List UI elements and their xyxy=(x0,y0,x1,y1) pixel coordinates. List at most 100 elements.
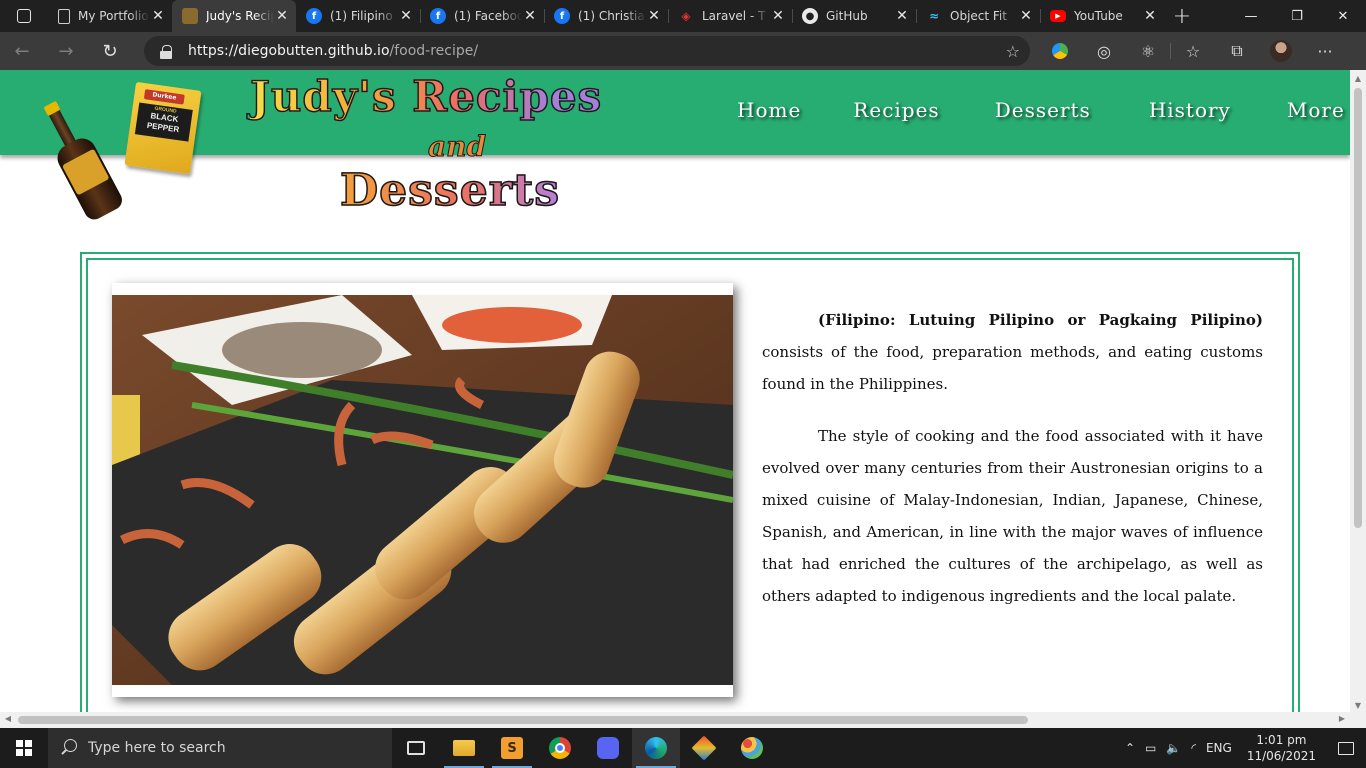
notification-icon xyxy=(1338,741,1354,755)
tailwind-icon: ≈ xyxy=(928,9,940,23)
minimize-icon[interactable]: — xyxy=(1228,0,1274,32)
clock[interactable]: 1:01 pm 11/06/2021 xyxy=(1237,732,1326,764)
collections-icon[interactable]: ⧉ xyxy=(1215,41,1259,61)
chrome-icon xyxy=(549,737,571,759)
close-tab-icon[interactable]: ✕ xyxy=(770,8,786,24)
system-tray: ⌃ ▭ 🔈 ◜ ENG 1:01 pm 11/06/2021 xyxy=(1120,728,1366,768)
add-favorite-icon[interactable]: ☆ xyxy=(1006,42,1020,61)
paint-icon xyxy=(741,737,763,759)
edge-icon xyxy=(645,737,667,759)
edge-button[interactable] xyxy=(632,728,680,768)
nav-recipes[interactable]: Recipes xyxy=(853,98,939,122)
close-tab-icon[interactable]: ✕ xyxy=(1142,8,1158,24)
lock-icon[interactable] xyxy=(160,44,172,59)
taskbar-apps: S xyxy=(392,728,776,768)
window-controls: — ❐ ✕ xyxy=(1228,0,1366,32)
battery-icon[interactable]: ▭ xyxy=(1140,741,1161,755)
vertical-scrollbar[interactable]: ▲ ▼ xyxy=(1350,70,1366,712)
pepper-label: GROUND BLACK PEPPER xyxy=(134,102,193,142)
tab-facebook-christian[interactable]: f (1) Christian ✕ xyxy=(544,0,668,32)
paint-button[interactable] xyxy=(728,728,776,768)
close-tab-icon[interactable]: ✕ xyxy=(150,8,166,24)
volume-icon[interactable]: 🔈 xyxy=(1161,741,1186,755)
close-tab-icon[interactable]: ✕ xyxy=(894,8,910,24)
scroll-left-arrow-icon[interactable]: ◀ xyxy=(0,714,16,723)
search-icon xyxy=(60,739,78,757)
close-tab-icon[interactable]: ✕ xyxy=(274,8,290,24)
profile-avatar[interactable] xyxy=(1259,40,1303,62)
sublime-text-button[interactable]: S xyxy=(488,728,536,768)
chrome-button[interactable] xyxy=(536,728,584,768)
intro-text: (Filipino: Lutuing Pilipino or Pagkaing … xyxy=(762,304,1263,632)
scroll-down-arrow-icon[interactable]: ▼ xyxy=(1350,701,1366,710)
discord-icon xyxy=(597,737,619,759)
extension-color-icon[interactable] xyxy=(1038,43,1082,59)
tab-facebook[interactable]: f (1) Facebook ✕ xyxy=(420,0,544,32)
show-hidden-icons-icon[interactable]: ⌃ xyxy=(1120,741,1140,755)
windows-taskbar: Type here to search S ⌃ ▭ 🔈 ◜ ENG 1:01 p… xyxy=(0,728,1366,768)
tab-github[interactable]: ● GitHub ✕ xyxy=(792,0,916,32)
tab-strip: My Portfolio ✕ Judy's Recipes ✕ f (1) Fi… xyxy=(0,0,1366,32)
task-view-button[interactable] xyxy=(392,728,440,768)
nav-desserts[interactable]: Desserts xyxy=(995,98,1091,122)
close-tab-icon[interactable]: ✕ xyxy=(398,8,414,24)
new-tab-button[interactable]: + xyxy=(1164,0,1200,32)
git-icon xyxy=(691,735,717,761)
clock-time: 1:01 pm xyxy=(1256,733,1307,747)
file-explorer-button[interactable] xyxy=(440,728,488,768)
more-menu-icon[interactable]: ··· xyxy=(1303,42,1347,61)
tab-laravel[interactable]: ◈ Laravel - T ✕ xyxy=(668,0,792,32)
start-button[interactable] xyxy=(0,728,48,768)
tab-youtube[interactable]: ▶ YouTube ✕ xyxy=(1040,0,1164,32)
scroll-up-arrow-icon[interactable]: ▲ xyxy=(1350,74,1366,83)
refresh-button[interactable]: ↻ xyxy=(88,32,132,70)
back-button[interactable]: ← xyxy=(0,32,44,70)
nav-more[interactable]: More xyxy=(1287,98,1345,122)
tab-title: (1) Christian xyxy=(578,9,646,23)
tab-object-fit[interactable]: ≈ Object Fit ✕ xyxy=(916,0,1040,32)
close-tab-icon[interactable]: ✕ xyxy=(522,8,538,24)
restore-icon[interactable]: ❐ xyxy=(1274,0,1320,32)
toolbar-extensions: ◎ ⚛ ☆ ⧉ ··· xyxy=(1038,32,1347,70)
tab-title: YouTube xyxy=(1074,9,1123,23)
notifications-button[interactable] xyxy=(1326,741,1366,755)
title-line-and: and xyxy=(427,130,487,164)
nav-history[interactable]: History xyxy=(1149,98,1231,122)
close-window-icon[interactable]: ✕ xyxy=(1320,0,1366,32)
pepper-brand-label: Durkee xyxy=(143,89,185,105)
browser-toolbar: ← → ↻ https://diegobutten.github.io/food… xyxy=(0,32,1366,70)
tab-title: Laravel - T xyxy=(702,9,766,23)
discord-button[interactable] xyxy=(584,728,632,768)
wifi-icon[interactable]: ◜ xyxy=(1186,741,1201,755)
horizontal-scrollbar[interactable]: ◀ ▶ xyxy=(0,712,1350,728)
tab-actions-button[interactable] xyxy=(0,0,48,32)
extension-react-icon[interactable]: ⚛ xyxy=(1126,42,1170,61)
language-indicator[interactable]: ENG xyxy=(1201,741,1237,755)
address-bar[interactable]: https://diegobutten.github.io/food-recip… xyxy=(144,36,1030,66)
site-logo-image[interactable]: Durkee GROUND BLACK PEPPER xyxy=(43,72,202,223)
close-tab-icon[interactable]: ✕ xyxy=(646,8,662,24)
horizontal-scroll-thumb[interactable] xyxy=(18,716,1028,724)
tab-actions-icon xyxy=(17,9,31,23)
extension-edge-icon[interactable]: ◎ xyxy=(1082,42,1126,61)
forward-button[interactable]: → xyxy=(44,32,88,70)
git-button[interactable] xyxy=(680,728,728,768)
tab-title: Judy's Recipes xyxy=(206,9,274,23)
tab-title: My Portfolio xyxy=(78,9,149,23)
vertical-scroll-thumb[interactable] xyxy=(1354,88,1362,528)
tab-facebook-filipino[interactable]: f (1) Filipino ✕ xyxy=(296,0,420,32)
scroll-right-arrow-icon[interactable]: ▶ xyxy=(1334,714,1350,723)
content-panel: (Filipino: Lutuing Pilipino or Pagkaing … xyxy=(80,252,1300,712)
facebook-icon: f xyxy=(306,8,322,24)
favorites-icon[interactable]: ☆ xyxy=(1171,42,1215,61)
black-pepper-box-image: Durkee GROUND BLACK PEPPER xyxy=(124,81,202,175)
sauce-bottle-image xyxy=(31,97,131,225)
page-icon xyxy=(58,8,70,24)
paragraph-1: (Filipino: Lutuing Pilipino or Pagkaing … xyxy=(762,304,1263,400)
close-tab-icon[interactable]: ✕ xyxy=(1018,8,1034,24)
tab-judys-recipes[interactable]: Judy's Recipes ✕ xyxy=(172,0,296,32)
taskbar-search[interactable]: Type here to search xyxy=(48,728,392,768)
nav-home[interactable]: Home xyxy=(737,98,801,122)
tab-my-portfolio[interactable]: My Portfolio ✕ xyxy=(48,0,172,32)
clock-date: 11/06/2021 xyxy=(1246,749,1316,763)
